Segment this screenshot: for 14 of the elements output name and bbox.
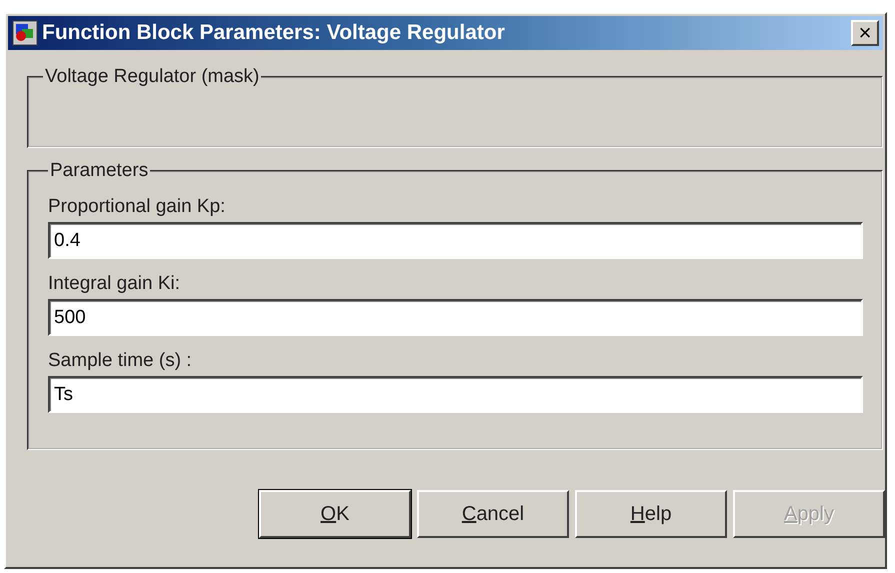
field-label: Proportional gain Kp: <box>48 196 226 218</box>
dialog-button[interactable]: OK <box>259 490 411 538</box>
dialog-button[interactable]: Help <box>575 490 727 538</box>
dialog-button[interactable]: Cancel <box>417 490 569 538</box>
field-label: Integral gain Ki: <box>48 273 182 295</box>
group-title: Voltage Regulator (mask) <box>44 66 260 88</box>
group-title: Parameters <box>49 160 150 182</box>
input-field[interactable]: 500 <box>48 299 863 336</box>
input-field[interactable]: Ts <box>48 376 863 413</box>
field-label: Sample time (s) : <box>48 350 193 372</box>
input-field[interactable]: 0.4 <box>48 222 863 259</box>
block-diagram-icon <box>12 20 38 46</box>
close-button[interactable]: × <box>851 20 879 46</box>
window-title: Function Block Parameters: Voltage Regulator <box>42 21 506 45</box>
